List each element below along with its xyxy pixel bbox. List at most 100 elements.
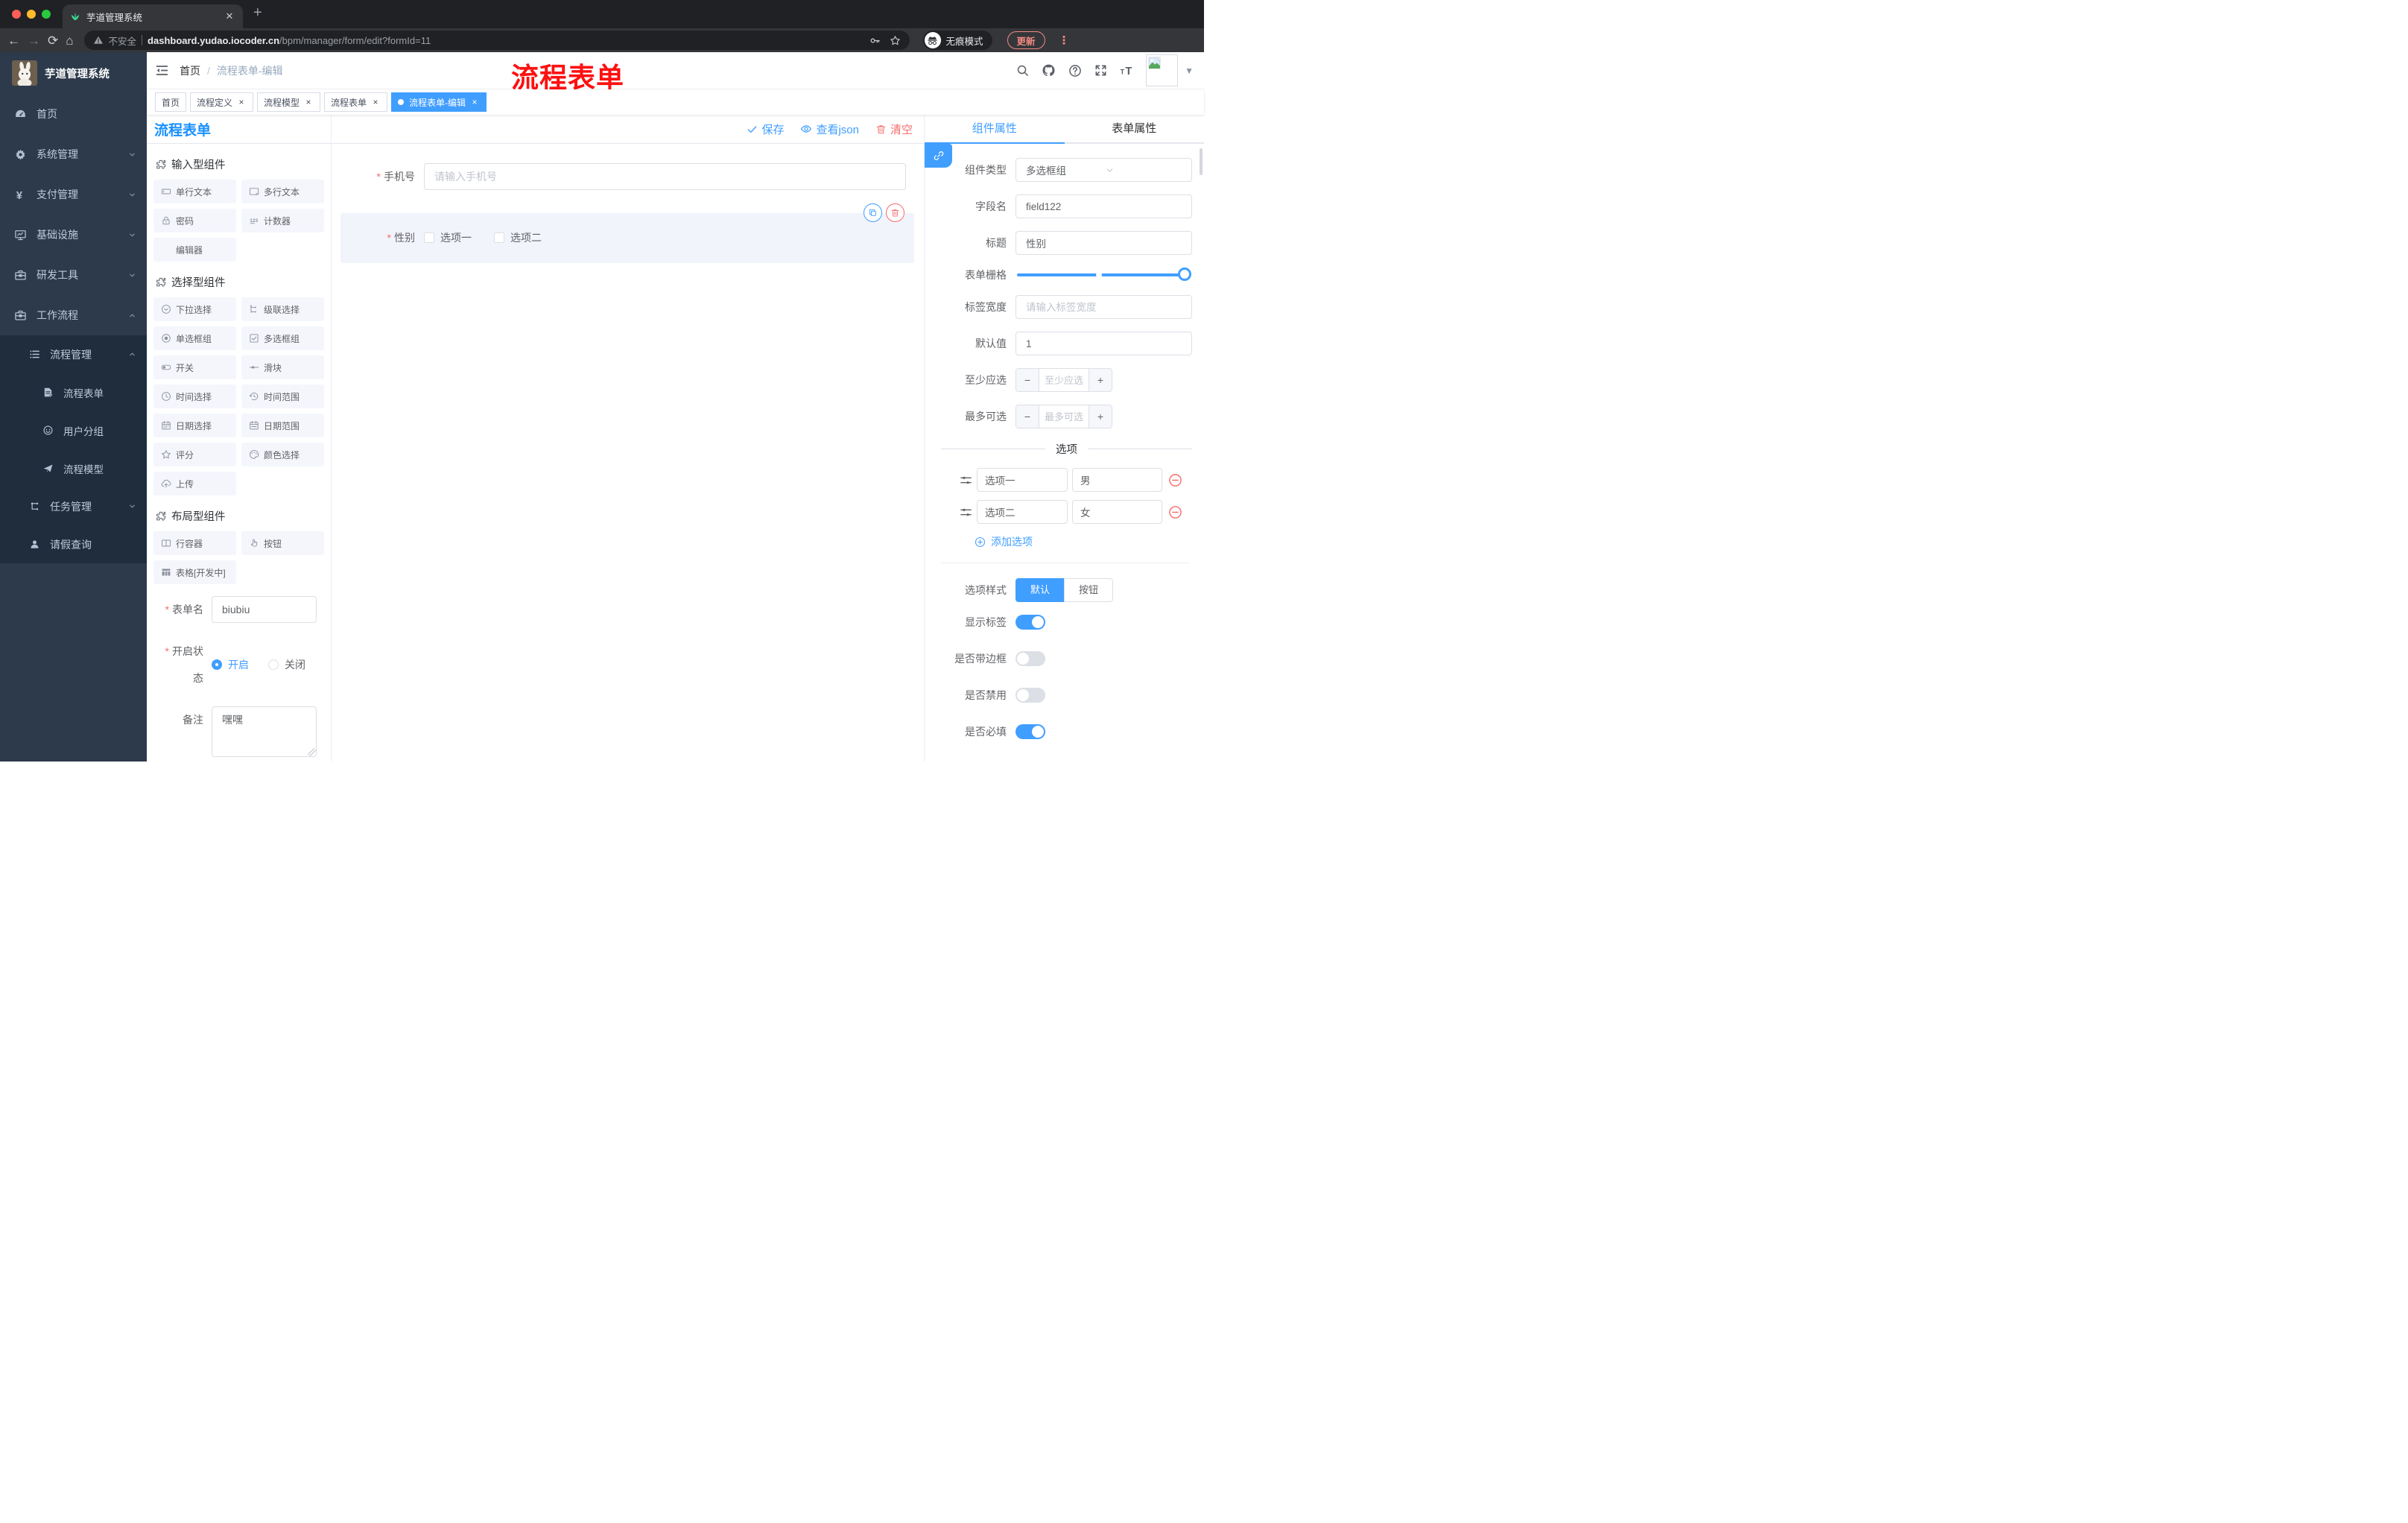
toggle-switch[interactable] xyxy=(1016,615,1045,630)
search-icon[interactable] xyxy=(1016,64,1029,77)
toggle-switch[interactable] xyxy=(1016,651,1045,666)
tab-close-icon[interactable]: × xyxy=(370,97,381,107)
zoom-window-button[interactable] xyxy=(42,10,51,19)
panel-scrollbar[interactable] xyxy=(1200,148,1203,175)
tags-view-tab-流程表单[interactable]: 流程表单 × xyxy=(324,92,388,112)
option-value-input[interactable] xyxy=(1072,468,1162,492)
option-value-input[interactable] xyxy=(1072,500,1162,524)
palette-item-多选框组[interactable]: 多选框组 xyxy=(241,326,324,350)
sidebar-item-工作流程[interactable]: 工作流程 xyxy=(0,295,147,335)
bookmark-star-icon[interactable] xyxy=(890,35,901,46)
avatar-caret-icon[interactable]: ▼ xyxy=(1185,66,1194,76)
checkbox-icon[interactable] xyxy=(424,232,434,243)
toggle-switch[interactable] xyxy=(1016,724,1045,739)
update-browser-button[interactable]: 更新 xyxy=(1007,31,1045,49)
sidebar-logo[interactable]: 芋道管理系统 xyxy=(0,52,147,94)
checkbox-icon[interactable] xyxy=(494,232,504,243)
sidebar-item-流程模型[interactable]: 流程模型 xyxy=(0,449,147,487)
palette-item-时间范围[interactable]: 时间范围 xyxy=(241,384,324,408)
tab-close-icon[interactable]: × xyxy=(236,97,247,107)
palette-item-开关[interactable]: 开关 xyxy=(153,355,236,379)
close-window-button[interactable] xyxy=(12,10,21,19)
palette-item-滑块[interactable]: 滑块 xyxy=(241,355,324,379)
remove-option-icon[interactable] xyxy=(1168,505,1182,519)
tab-form-props[interactable]: 表单属性 xyxy=(1064,115,1204,144)
sidebar-item-请假查询[interactable]: 请假查询 xyxy=(0,525,147,563)
minus-button[interactable]: − xyxy=(1016,369,1039,391)
slider-handle[interactable] xyxy=(1178,267,1191,281)
sidebar-item-首页[interactable]: 首页 xyxy=(0,94,147,134)
browser-tab[interactable]: 芋道管理系统 ✕ xyxy=(63,4,243,28)
sidebar-item-支付管理[interactable]: ¥ 支付管理 xyxy=(0,174,147,215)
text-size-icon[interactable]: TT xyxy=(1120,64,1133,77)
sidebar-item-流程管理[interactable]: 流程管理 xyxy=(0,335,147,373)
min-select-input[interactable] xyxy=(1039,369,1089,391)
drag-handle-icon[interactable] xyxy=(960,474,972,487)
tab-close-icon[interactable]: ✕ xyxy=(224,10,235,22)
sidebar-item-基础设施[interactable]: 基础设施 xyxy=(0,215,147,255)
option-name-input[interactable] xyxy=(977,500,1068,524)
palette-item-上传[interactable]: 上传 xyxy=(153,472,236,495)
palette-item-密码[interactable]: 密码 xyxy=(153,209,236,232)
title-input[interactable] xyxy=(1016,231,1192,255)
gender-checkbox-option1[interactable]: 选项一 xyxy=(424,230,472,245)
radio-icon[interactable] xyxy=(268,659,279,670)
phone-field-row[interactable]: 手机号 xyxy=(340,163,915,190)
selected-component-gender[interactable]: 性别 选项一 选项二 xyxy=(340,203,914,263)
drag-handle-icon[interactable] xyxy=(960,506,972,519)
field-name-input[interactable] xyxy=(1016,194,1192,218)
max-select-input[interactable] xyxy=(1039,405,1089,428)
address-bar[interactable]: 不安全 dashboard.yudao.iocoder.cn/bpm/manag… xyxy=(83,31,910,50)
forward-icon[interactable]: → xyxy=(28,34,40,47)
plus-button[interactable]: + xyxy=(1089,405,1112,428)
view-json-button[interactable]: 查看json xyxy=(800,121,859,137)
palette-item-下拉选择[interactable]: 下拉选择 xyxy=(153,297,236,321)
canvas-body[interactable]: 手机号 性别 选项一 选项二 xyxy=(332,144,924,762)
github-icon[interactable] xyxy=(1042,63,1056,77)
clear-button[interactable]: 清空 xyxy=(875,121,913,137)
minimize-window-button[interactable] xyxy=(27,10,36,19)
form-remark-textarea[interactable]: 嘿嘿 xyxy=(212,706,317,757)
help-icon[interactable] xyxy=(1068,64,1082,77)
sidebar-item-任务管理[interactable]: 任务管理 xyxy=(0,487,147,525)
browser-menu-icon[interactable]: ⋮ xyxy=(1059,34,1070,47)
palette-item-行容器[interactable]: 行容器 xyxy=(153,531,236,555)
tags-view-tab-流程表单-编辑[interactable]: 流程表单-编辑 × xyxy=(391,92,487,112)
style-button-button[interactable]: 按钮 xyxy=(1064,578,1114,602)
palette-item-表格[开发中][interactable]: 表格[开发中] xyxy=(153,560,236,584)
tags-view-tab-流程定义[interactable]: 流程定义 × xyxy=(190,92,254,112)
copy-component-button[interactable] xyxy=(864,203,882,222)
default-value-input[interactable] xyxy=(1016,332,1192,355)
collapse-sidebar-icon[interactable] xyxy=(155,63,169,77)
palette-item-时间选择[interactable]: 时间选择 xyxy=(153,384,236,408)
remove-option-icon[interactable] xyxy=(1168,473,1182,487)
avatar[interactable] xyxy=(1146,54,1179,86)
plus-button[interactable]: + xyxy=(1089,369,1112,391)
toggle-switch[interactable] xyxy=(1016,688,1045,703)
form-name-input[interactable] xyxy=(212,596,317,623)
option-name-input[interactable] xyxy=(977,468,1068,492)
tags-view-tab-流程模型[interactable]: 流程模型 × xyxy=(257,92,321,112)
palette-item-编辑器[interactable]: 编辑器 xyxy=(153,238,236,262)
tab-close-icon[interactable]: × xyxy=(469,97,480,107)
status-radio-on[interactable]: 开启 xyxy=(212,657,249,672)
back-icon[interactable]: ← xyxy=(7,34,20,47)
link-tag-button[interactable] xyxy=(925,144,952,168)
sidebar-item-用户分组[interactable]: 用户分组 xyxy=(0,411,147,449)
delete-component-button[interactable] xyxy=(886,203,904,222)
add-option-button[interactable]: 添加选项 xyxy=(975,534,1192,549)
phone-input[interactable] xyxy=(424,163,906,190)
form-grid-slider[interactable] xyxy=(1017,267,1191,281)
tab-close-icon[interactable]: × xyxy=(303,97,314,107)
fullscreen-icon[interactable] xyxy=(1094,64,1107,77)
palette-item-计数器[interactable]: 123 计数器 xyxy=(241,209,324,232)
palette-item-单选框组[interactable]: 单选框组 xyxy=(153,326,236,350)
gender-checkbox-option2[interactable]: 选项二 xyxy=(494,230,542,245)
sidebar-item-流程表单[interactable]: 流程表单 xyxy=(0,373,147,411)
radio-icon[interactable] xyxy=(212,659,222,670)
palette-item-级联选择[interactable]: 级联选择 xyxy=(241,297,324,321)
tab-component-props[interactable]: 组件属性 xyxy=(925,115,1065,144)
tags-view-tab-首页[interactable]: 首页 xyxy=(155,92,187,112)
palette-item-日期范围[interactable]: 日期范围 xyxy=(241,414,324,437)
new-tab-button[interactable]: + xyxy=(253,5,262,20)
